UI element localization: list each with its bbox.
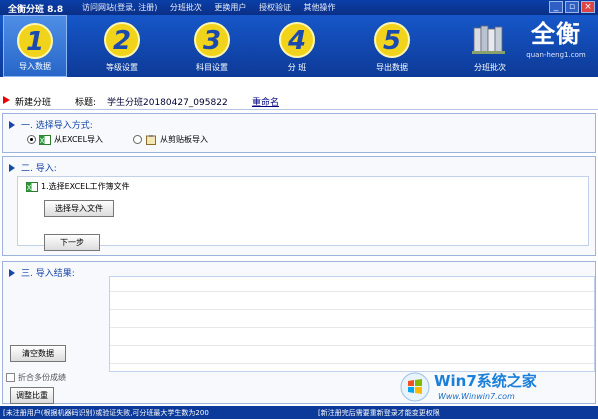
batch-button[interactable]: 分班批次 — [458, 15, 522, 77]
triangle-icon — [9, 164, 15, 172]
logo-mark: 全衡 — [531, 19, 581, 48]
step-label: 科目设置 — [196, 63, 228, 72]
grid-line — [110, 291, 594, 292]
step-label: 分 班 — [287, 63, 307, 72]
step-label: 导入数据 — [19, 62, 51, 71]
step-grade-settings[interactable]: 2 等级设置 — [90, 15, 154, 77]
step-5-icon: 5 — [374, 22, 410, 58]
batch-label: 分班批次 — [474, 63, 506, 72]
excel-icon: X — [26, 181, 38, 192]
adjust-weight-button[interactable]: 调整比重 — [10, 387, 54, 404]
clipboard-icon — [146, 134, 156, 145]
step-2-icon: 2 — [104, 22, 140, 58]
clear-data-button[interactable]: 清空数据 — [10, 345, 66, 362]
svg-text:2: 2 — [113, 26, 131, 56]
grid-line — [110, 327, 594, 328]
radio-button[interactable] — [27, 135, 36, 144]
step-label: 等级设置 — [106, 63, 138, 72]
radio-button[interactable] — [133, 135, 142, 144]
grid-line — [110, 309, 594, 310]
main-toolbar: 1 导入数据 2 等级设置 3 科目设置 4 分 班 5 导出数据 分班批次 全… — [0, 15, 598, 77]
rename-link[interactable]: 重命名 — [252, 95, 279, 108]
step-export-data[interactable]: 5 导出数据 — [360, 15, 424, 77]
choose-file-button[interactable]: 选择导入文件 — [44, 200, 114, 217]
file-prompt: X 1.选择EXCEL工作簿文件 — [26, 181, 130, 192]
title-label: 标题: — [75, 98, 97, 108]
step-3-icon: 3 — [194, 22, 230, 58]
svg-text:3: 3 — [203, 26, 221, 56]
status-registration: [未注册用户(根据机器码识别)或验证失败,可分班最大学生数为200 — [3, 409, 209, 417]
title-bar: 全衡分班 8.8 访问网站(登录, 注册) 分班批次 更换用户 授权验证 其他操… — [0, 0, 598, 15]
app-title: 全衡分班 8.8 — [8, 5, 64, 15]
menu-license[interactable]: 授权验证 — [259, 3, 291, 12]
excel-icon: X — [39, 134, 51, 145]
checkbox[interactable] — [6, 373, 15, 382]
svg-text:4: 4 — [287, 26, 306, 56]
windows-flag-icon — [400, 372, 430, 402]
radio-clipboard[interactable]: 从剪贴板导入 — [133, 134, 208, 145]
svg-text:1: 1 — [26, 27, 44, 57]
step-4-icon: 4 — [279, 22, 315, 58]
radio-excel[interactable]: X 从EXCEL导入 — [27, 134, 103, 145]
site-watermark: Win7系统之家 Www.Winwin7.com — [400, 368, 596, 408]
title-value: 学生分班20180427_095822 — [107, 98, 228, 108]
triangle-icon — [9, 269, 15, 277]
arrow-right-icon — [3, 96, 10, 104]
minimize-button[interactable]: _ — [549, 1, 563, 13]
close-button[interactable]: × — [581, 1, 595, 13]
grid-line — [110, 363, 594, 364]
svg-text:X: X — [40, 137, 45, 145]
watermark-text: Win7系统之家 — [434, 372, 537, 390]
file-prompt-text: 1.选择EXCEL工作簿文件 — [41, 182, 130, 191]
status-bar: [未注册用户(根据机器码识别)或验证失败,可分班最大学生数为200 [新注册完后… — [0, 406, 598, 419]
menu-switch-user[interactable]: 更换用户 — [214, 3, 246, 12]
step-assign-classes[interactable]: 4 分 班 — [265, 15, 329, 77]
step-1-icon: 1 — [17, 23, 53, 59]
grid-line — [110, 345, 594, 346]
radio-excel-label: 从EXCEL导入 — [54, 135, 104, 144]
menu-batch[interactable]: 分班批次 — [170, 3, 202, 12]
section-heading: 三. 导入结果: — [9, 266, 75, 279]
svg-text:X: X — [27, 184, 32, 192]
menu-visit-site[interactable]: 访问网站(登录, 注册) — [82, 3, 157, 12]
window-controls: _ ▫ × — [549, 1, 595, 13]
merge-scores-checkbox[interactable]: 折合多份成绩 — [6, 372, 66, 383]
import-section: 二. 导入: X 1.选择EXCEL工作簿文件 选择导入文件 下一步 — [2, 156, 596, 256]
menu-other[interactable]: 其他操作 — [304, 3, 336, 12]
triangle-icon — [9, 121, 15, 129]
new-grouping-label: 新建分班 — [15, 98, 52, 108]
section-heading: 一. 选择导入方式: — [9, 118, 93, 131]
result-grid[interactable] — [109, 276, 595, 372]
section-heading: 二. 导入: — [9, 161, 57, 174]
logo-url: quan-heng1.com — [526, 51, 586, 59]
next-step-button[interactable]: 下一步 — [44, 234, 100, 251]
step-subject-settings[interactable]: 3 科目设置 — [180, 15, 244, 77]
menu-bar: 访问网站(登录, 注册) 分班批次 更换用户 授权验证 其他操作 — [82, 2, 346, 13]
import-method-section: 一. 选择导入方式: X 从EXCEL导入 从剪贴板导入 — [2, 113, 596, 153]
status-notice: [新注册完后需要重新登录才能变更权限 — [318, 409, 440, 417]
import-panel: X 1.选择EXCEL工作簿文件 选择导入文件 下一步 — [17, 176, 589, 251]
books-icon — [472, 25, 505, 54]
svg-text:5: 5 — [383, 26, 401, 56]
step-import-data[interactable]: 1 导入数据 — [3, 15, 67, 77]
brand-logo: 全衡 quan-heng1.com — [520, 17, 592, 75]
merge-scores-label: 折合多份成绩 — [18, 373, 66, 382]
restore-button[interactable]: ▫ — [565, 1, 579, 13]
step-label: 导出数据 — [376, 63, 408, 72]
watermark-url: Www.Winwin7.com — [438, 392, 515, 401]
radio-clipboard-label: 从剪贴板导入 — [160, 135, 208, 144]
info-row: 新建分班 标题: 学生分班20180427_095822 重命名 — [0, 92, 598, 110]
